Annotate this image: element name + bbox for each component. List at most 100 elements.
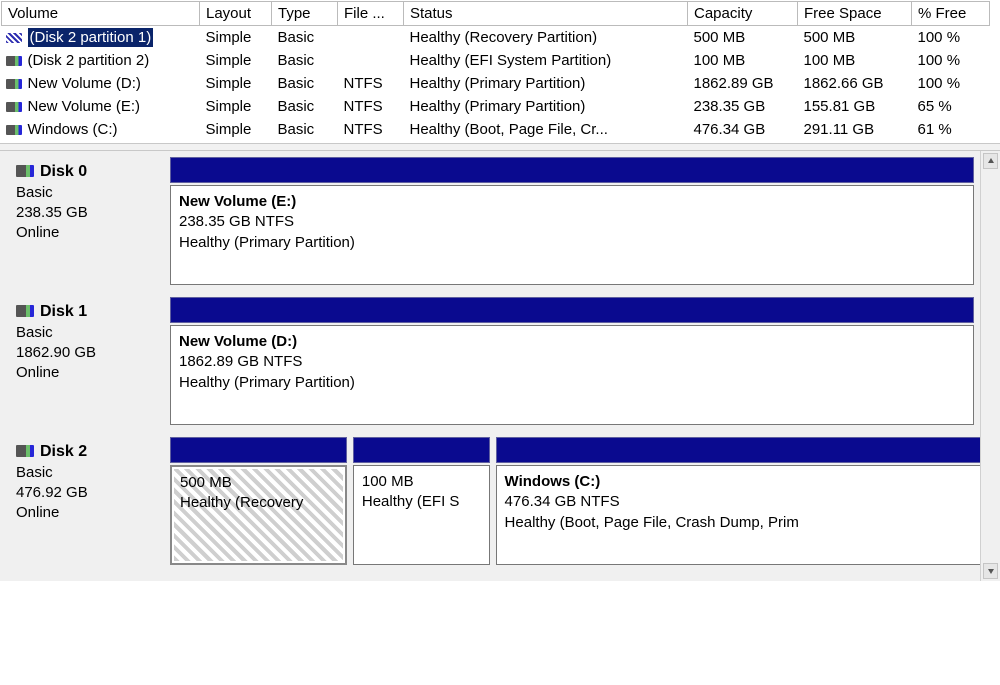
disk-type: Basic xyxy=(16,183,164,203)
disk-icon xyxy=(16,445,34,457)
volume-fs: NTFS xyxy=(338,95,404,118)
disk-map-pane: Disk 0Basic238.35 GBOnlineNew Volume (E:… xyxy=(0,151,980,581)
volume-free: 291.11 GB xyxy=(798,118,912,141)
table-row[interactable]: (Disk 2 partition 2) SimpleBasic Healthy (… xyxy=(2,49,990,72)
disk-partitions: 500 MBHealthy (Recovery100 MBHealthy (EF… xyxy=(170,437,974,565)
volume-layout: Simple xyxy=(200,95,272,118)
volume-name: New Volume (E:) xyxy=(28,98,141,115)
disk-icon xyxy=(16,165,34,177)
partition-block[interactable]: 100 MBHealthy (EFI S xyxy=(353,465,490,565)
volume-capacity: 100 MB xyxy=(688,49,798,72)
volume-type: Basic xyxy=(272,72,338,95)
disk-partitions: New Volume (E:)238.35 GB NTFSHealthy (Pr… xyxy=(170,157,974,285)
allocation-bar xyxy=(170,157,974,183)
partition-status: Healthy (Recovery xyxy=(180,493,337,513)
partition-title: Windows (C:) xyxy=(505,472,977,492)
pane-splitter[interactable] xyxy=(0,143,1000,151)
col-layout[interactable]: Layout xyxy=(200,2,272,26)
volume-free: 100 MB xyxy=(798,49,912,72)
disk-row: Disk 2Basic476.92 GBOnline500 MBHealthy … xyxy=(0,431,980,571)
volume-pct: 100 % xyxy=(912,49,990,72)
scroll-down-arrow-icon[interactable] xyxy=(983,563,998,579)
volume-pct: 100 % xyxy=(912,72,990,95)
table-row[interactable]: New Volume (E:)SimpleBasicNTFSHealthy (P… xyxy=(2,95,990,118)
disk-info: Disk 0Basic238.35 GBOnline xyxy=(6,157,170,285)
drive-icon xyxy=(6,56,22,66)
volume-status: Healthy (EFI System Partition) xyxy=(404,49,688,72)
disk-state: Online xyxy=(16,503,164,523)
volume-layout: Simple xyxy=(200,72,272,95)
col-type[interactable]: Type xyxy=(272,2,338,26)
volume-type: Basic xyxy=(272,95,338,118)
volume-fs xyxy=(338,26,404,50)
volume-name: Windows (C:) xyxy=(28,121,118,138)
volume-free: 500 MB xyxy=(798,26,912,50)
disk-row: Disk 0Basic238.35 GBOnlineNew Volume (E:… xyxy=(0,151,980,291)
disk-info: Disk 1Basic1862.90 GBOnline xyxy=(6,297,170,425)
volume-pct: 61 % xyxy=(912,118,990,141)
disk-partitions: New Volume (D:)1862.89 GB NTFSHealthy (P… xyxy=(170,297,974,425)
volume-free: 1862.66 GB xyxy=(798,72,912,95)
col-volume[interactable]: Volume xyxy=(2,2,200,26)
volume-free: 155.81 GB xyxy=(798,95,912,118)
volume-layout: Simple xyxy=(200,49,272,72)
disk-name: Disk 0 xyxy=(40,163,87,180)
disk-name: Disk 2 xyxy=(40,443,87,460)
volume-fs: NTFS xyxy=(338,72,404,95)
volume-type: Basic xyxy=(272,49,338,72)
col-capacity[interactable]: Capacity xyxy=(688,2,798,26)
partition-block[interactable]: New Volume (D:)1862.89 GB NTFSHealthy (P… xyxy=(170,325,974,425)
volume-layout: Simple xyxy=(200,26,272,50)
partition-size: 238.35 GB NTFS xyxy=(179,212,965,232)
partition-title: New Volume (E:) xyxy=(179,192,965,212)
volume-fs xyxy=(338,49,404,72)
partition-title: New Volume (D:) xyxy=(179,332,965,352)
disk-size: 238.35 GB xyxy=(16,203,164,223)
drive-icon xyxy=(6,125,22,135)
vertical-scrollbar[interactable] xyxy=(980,151,1000,581)
disk-info: Disk 2 Basic476.92 GBOnline xyxy=(6,437,170,565)
volume-name: New Volume (D:) xyxy=(28,75,141,92)
disk-name: Disk 1 xyxy=(40,303,87,320)
table-row[interactable]: (Disk 2 partition 1)SimpleBasicHealthy (… xyxy=(2,26,990,50)
disk-type: Basic xyxy=(16,323,164,343)
partition-size: 500 MB xyxy=(180,473,337,493)
allocation-bar xyxy=(170,297,974,323)
volume-type: Basic xyxy=(272,118,338,141)
partition-status: Healthy (Primary Partition) xyxy=(179,233,965,253)
volume-capacity: 476.34 GB xyxy=(688,118,798,141)
partition-status: Healthy (Primary Partition) xyxy=(179,373,965,393)
partition-size: 476.34 GB NTFS xyxy=(505,492,977,512)
disk-row: Disk 1Basic1862.90 GBOnlineNew Volume (D… xyxy=(0,291,980,431)
drive-icon xyxy=(6,33,22,43)
scroll-up-arrow-icon[interactable] xyxy=(983,153,998,169)
volume-pct: 65 % xyxy=(912,95,990,118)
col-status[interactable]: Status xyxy=(404,2,688,26)
col-filesys[interactable]: File ... xyxy=(338,2,404,26)
drive-icon xyxy=(6,79,22,89)
partition-block[interactable]: New Volume (E:)238.35 GB NTFSHealthy (Pr… xyxy=(170,185,974,285)
partition-status: Healthy (EFI S xyxy=(362,492,481,512)
volume-name: (Disk 2 partition 2) xyxy=(28,52,150,69)
col-pct[interactable]: % Free xyxy=(912,2,990,26)
partition-size: 100 MB xyxy=(362,472,481,492)
table-row[interactable]: Windows (C:)SimpleBasicNTFSHealthy (Boot… xyxy=(2,118,990,141)
disk-icon xyxy=(16,305,34,317)
table-row[interactable]: New Volume (D:)SimpleBasicNTFSHealthy (P… xyxy=(2,72,990,95)
volume-layout: Simple xyxy=(200,118,272,141)
volume-capacity: 500 MB xyxy=(688,26,798,50)
partition-block[interactable]: 500 MBHealthy (Recovery xyxy=(170,465,347,565)
volume-pct: 100 % xyxy=(912,26,990,50)
volume-capacity: 1862.89 GB xyxy=(688,72,798,95)
col-free[interactable]: Free Space xyxy=(798,2,912,26)
volume-status: Healthy (Boot, Page File, Cr... xyxy=(404,118,688,141)
partition-size: 1862.89 GB NTFS xyxy=(179,352,965,372)
disk-size: 1862.90 GB xyxy=(16,343,164,363)
disk-size: 476.92 GB xyxy=(16,483,164,503)
drive-icon xyxy=(6,102,22,112)
volume-capacity: 238.35 GB xyxy=(688,95,798,118)
volume-name: (Disk 2 partition 1) xyxy=(28,28,154,47)
volume-table[interactable]: Volume Layout Type File ... Status Capac… xyxy=(1,1,990,141)
disk-type: Basic xyxy=(16,463,164,483)
partition-block[interactable]: Windows (C:)476.34 GB NTFSHealthy (Boot,… xyxy=(496,465,986,565)
